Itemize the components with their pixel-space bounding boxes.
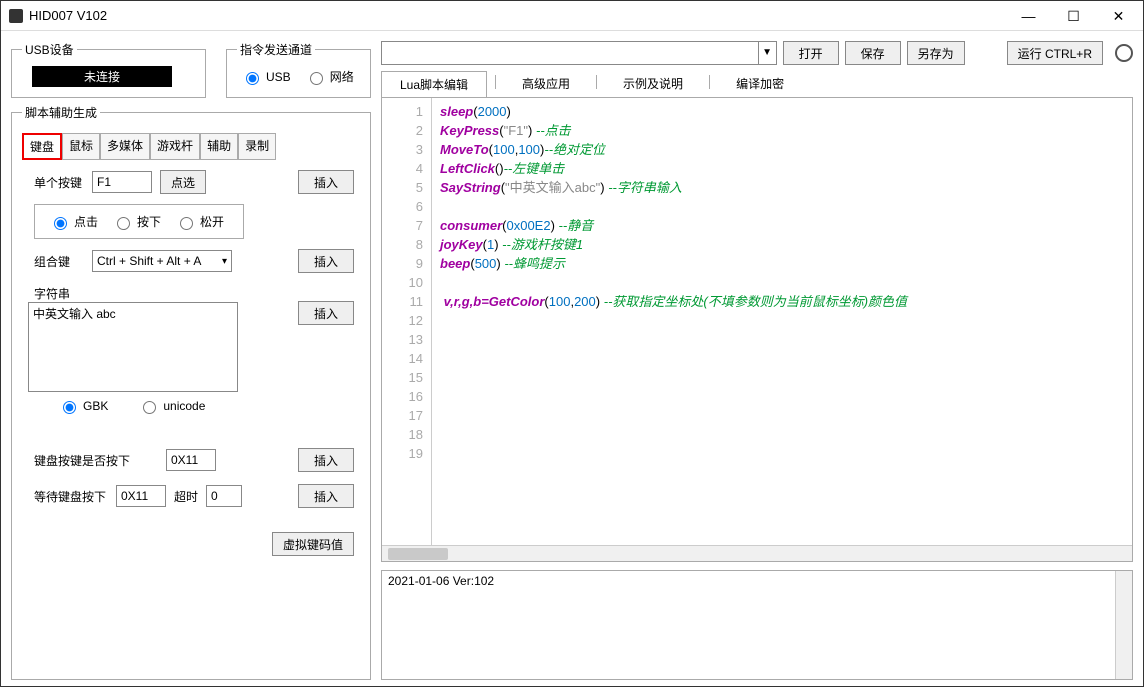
code-area[interactable]: sleep(2000)KeyPress("F1") --点击MoveTo(100… [432,98,1132,545]
timeout-label: 超时 [174,488,198,505]
editor-hscrollbar[interactable] [382,545,1132,561]
file-dropdown-icon[interactable]: ▼ [758,42,776,64]
combo-select[interactable]: Ctrl + Shift + Alt + A [92,250,232,272]
log-text: 2021-01-06 Ver:102 [388,574,494,588]
single-key-input[interactable] [92,171,152,193]
wait-label: 等待键盘按下 [28,488,108,505]
channel-legend: 指令发送通道 [237,41,315,58]
insert-single-key-button[interactable]: 插入 [298,170,354,194]
code-editor[interactable]: 12345678910111213141516171819 sleep(2000… [382,98,1132,545]
action-down-radio[interactable]: 按下 [112,213,161,230]
insert-string-button[interactable]: 插入 [298,301,354,325]
close-button[interactable]: ✕ [1096,2,1141,30]
tab-media[interactable]: 多媒体 [100,133,150,160]
usb-device-group: USB设备 未连接 [11,41,206,98]
save-button[interactable]: 保存 [845,41,901,65]
insert-wait-button[interactable]: 插入 [298,484,354,508]
editor-tab-examples[interactable]: 示例及说明 [605,71,701,97]
editor-tab-lua[interactable]: Lua脚本编辑 [381,71,487,97]
channel-net-radio[interactable]: 网络 [305,68,354,85]
title-bar: HID007 V102 — ☐ ✕ [1,1,1143,31]
tab-mouse[interactable]: 鼠标 [62,133,100,160]
line-gutter: 12345678910111213141516171819 [382,98,432,545]
wait-input[interactable] [116,485,166,507]
run-button[interactable]: 运行 CTRL+R [1007,41,1103,65]
window-title: HID007 V102 [29,8,1006,23]
usb-status: 未连接 [32,66,172,87]
status-indicator [1115,44,1133,62]
string-input[interactable]: 中英文输入 abc [28,302,238,392]
minimize-button[interactable]: — [1006,2,1051,30]
script-legend: 脚本辅助生成 [22,104,100,121]
insert-isdown-button[interactable]: 插入 [298,448,354,472]
tab-aux[interactable]: 辅助 [200,133,238,160]
log-panel[interactable]: 2021-01-06 Ver:102 [381,570,1133,680]
isdown-label: 键盘按键是否按下 [28,452,158,469]
file-combo[interactable]: ▼ [381,41,777,65]
helper-tabs: 键盘 鼠标 多媒体 游戏杆 辅助 录制 [22,133,360,160]
editor-tab-advanced[interactable]: 高级应用 [504,71,588,97]
vk-code-button[interactable]: 虚拟键码值 [272,532,354,556]
isdown-input[interactable] [166,449,216,471]
saveas-button[interactable]: 另存为 [907,41,965,65]
single-key-label: 单个按键 [28,174,84,191]
action-click-radio[interactable]: 点击 [49,213,98,230]
channel-usb-radio[interactable]: USB [241,69,291,85]
open-button[interactable]: 打开 [783,41,839,65]
insert-combo-button[interactable]: 插入 [298,249,354,273]
encoding-unicode-radio[interactable]: unicode [138,398,205,414]
tab-joystick[interactable]: 游戏杆 [150,133,200,160]
combo-label: 组合键 [28,253,84,270]
script-helper-group: 脚本辅助生成 键盘 鼠标 多媒体 游戏杆 辅助 录制 单个按键 点选 插入 [11,104,371,680]
channel-group: 指令发送通道 USB 网络 [226,41,371,98]
log-vscroll-thumb[interactable] [1118,573,1130,603]
editor-tab-compile[interactable]: 编译加密 [718,71,802,97]
usb-legend: USB设备 [22,41,77,58]
tab-record[interactable]: 录制 [238,133,276,160]
string-label: 字符串 [28,285,84,302]
app-icon [9,9,23,23]
timeout-input[interactable] [206,485,242,507]
select-key-button[interactable]: 点选 [160,170,206,194]
tab-keyboard[interactable]: 键盘 [22,133,62,160]
maximize-button[interactable]: ☐ [1051,2,1096,30]
action-up-radio[interactable]: 松开 [175,213,224,230]
encoding-gbk-radio[interactable]: GBK [58,398,108,414]
hscroll-thumb[interactable] [388,548,448,560]
